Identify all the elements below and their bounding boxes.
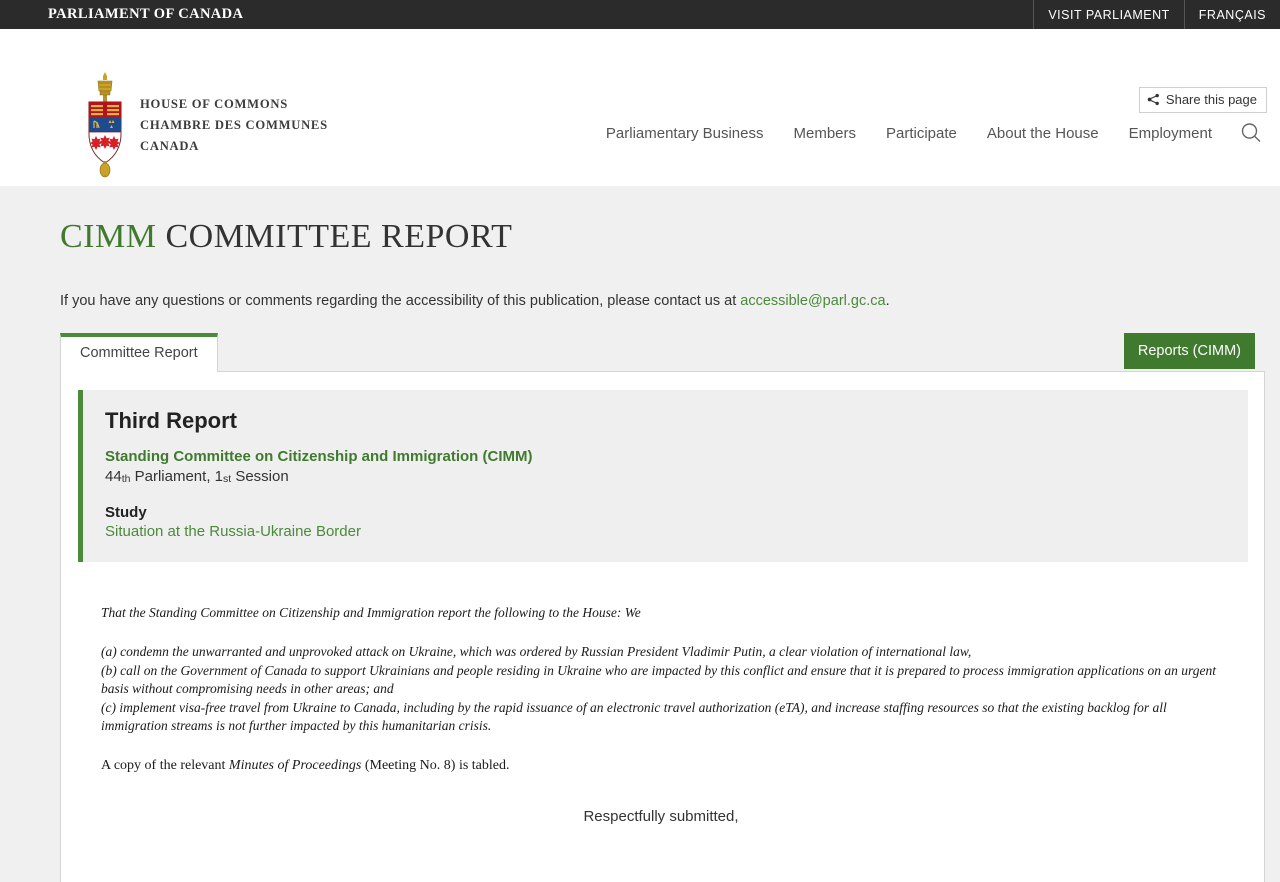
report-content-panel: Third Report Standing Committee on Citiz… <box>60 371 1265 882</box>
report-heading: Third Report <box>105 407 237 433</box>
session-ordinal: st <box>223 472 232 485</box>
accessibility-notice: If you have any questions or comments re… <box>0 279 1280 309</box>
logo-line-en: HOUSE OF COMMONS <box>140 96 288 111</box>
logo-wordmark: HOUSE OF COMMONS CHAMBRE DES COMMUNES CA… <box>140 94 328 157</box>
language-toggle-link[interactable]: FRANÇAIS <box>1183 0 1280 29</box>
page-title-rest: COMMITTEE REPORT <box>156 217 513 255</box>
reports-cimm-button[interactable]: Reports (CIMM) <box>1123 332 1255 369</box>
parliament-session-line: 44th Parliament, 1st Session <box>105 468 1228 485</box>
report-item-b: (b) call on the Government of Canada to … <box>101 662 1217 697</box>
minutes-suffix: (Meeting No. 8) is tabled. <box>361 757 510 773</box>
nav-members[interactable]: Members <box>778 125 871 142</box>
respectfully-submitted-text: Respectfully submitted, <box>583 807 739 825</box>
site-header: HOUSE OF COMMONS CHAMBRE DES COMMUNES CA… <box>0 29 1280 178</box>
parliament-of-canada-brand[interactable]: PARLIAMENT OF CANADA <box>0 0 243 29</box>
report-item-c: (c) implement visa-free travel from Ukra… <box>101 699 1167 734</box>
house-of-commons-logo[interactable]: HOUSE OF COMMONS CHAMBRE DES COMMUNES CA… <box>80 71 328 179</box>
session-word: Session <box>231 467 289 485</box>
study-value: Situation at the Russia-Ukraine Border <box>105 522 361 540</box>
tab-strip: Committee Report Reports (CIMM) <box>60 332 1265 372</box>
report-item-a: (a) condemn the unwarranted and unprovok… <box>101 644 972 660</box>
parliament-word: Parliament, <box>130 467 215 485</box>
accessibility-email-link[interactable]: accessible@parl.gc.ca <box>740 293 885 309</box>
parliament-ordinal: th <box>121 472 131 485</box>
tab-committee-report[interactable]: Committee Report <box>60 332 218 372</box>
nav-employment[interactable]: Employment <box>1114 125 1227 142</box>
session-number: 1 <box>214 467 223 485</box>
report-intro-text: That the Standing Committee on Citizensh… <box>101 605 641 621</box>
signature-block: Respectfully submitted, Salma Zahid Chai… <box>101 808 1221 882</box>
accessibility-text: If you have any questions or comments re… <box>60 292 741 309</box>
search-icon <box>1241 123 1261 142</box>
report-body: That the Standing Committee on Citizensh… <box>77 562 1248 882</box>
minutes-of-proceedings-line: A copy of the relevant Minutes of Procee… <box>101 758 1224 774</box>
search-button[interactable] <box>1236 118 1266 148</box>
share-this-page-button[interactable]: Share this page <box>1138 87 1267 113</box>
page-title: CIMM COMMITTEE REPORT <box>0 186 1280 256</box>
study-label: Study <box>105 503 147 521</box>
logo-line-fr: CHAMBRE DES COMMUNES <box>140 117 328 132</box>
minutes-prefix: A copy of the relevant <box>101 757 229 773</box>
visit-parliament-link[interactable]: VISIT PARLIAMENT <box>1033 0 1183 29</box>
main-navigation: Parliamentary Business Members Participa… <box>591 118 1266 148</box>
page-title-acronym: CIMM <box>60 217 157 255</box>
top-utility-bar: PARLIAMENT OF CANADA VISIT PARLIAMENT FR… <box>0 0 1280 29</box>
share-button-label: Share this page <box>1165 92 1257 107</box>
nav-about-the-house[interactable]: About the House <box>972 125 1114 142</box>
nav-participate[interactable]: Participate <box>871 125 972 142</box>
nav-parliamentary-business[interactable]: Parliamentary Business <box>591 125 779 142</box>
minutes-italic-title: Minutes of Proceedings <box>228 757 362 773</box>
share-icon <box>1147 93 1159 106</box>
parliament-number: 44 <box>105 467 122 485</box>
page-body: CIMM COMMITTEE REPORT If you have any qu… <box>0 185 1280 882</box>
accessibility-suffix: . <box>885 292 890 309</box>
logo-line-country: CANADA <box>140 138 200 153</box>
report-header-box: Third Report Standing Committee on Citiz… <box>78 389 1248 562</box>
coat-of-arms-icon <box>88 72 122 178</box>
committee-name: Standing Committee on Citizenship and Im… <box>105 447 533 465</box>
